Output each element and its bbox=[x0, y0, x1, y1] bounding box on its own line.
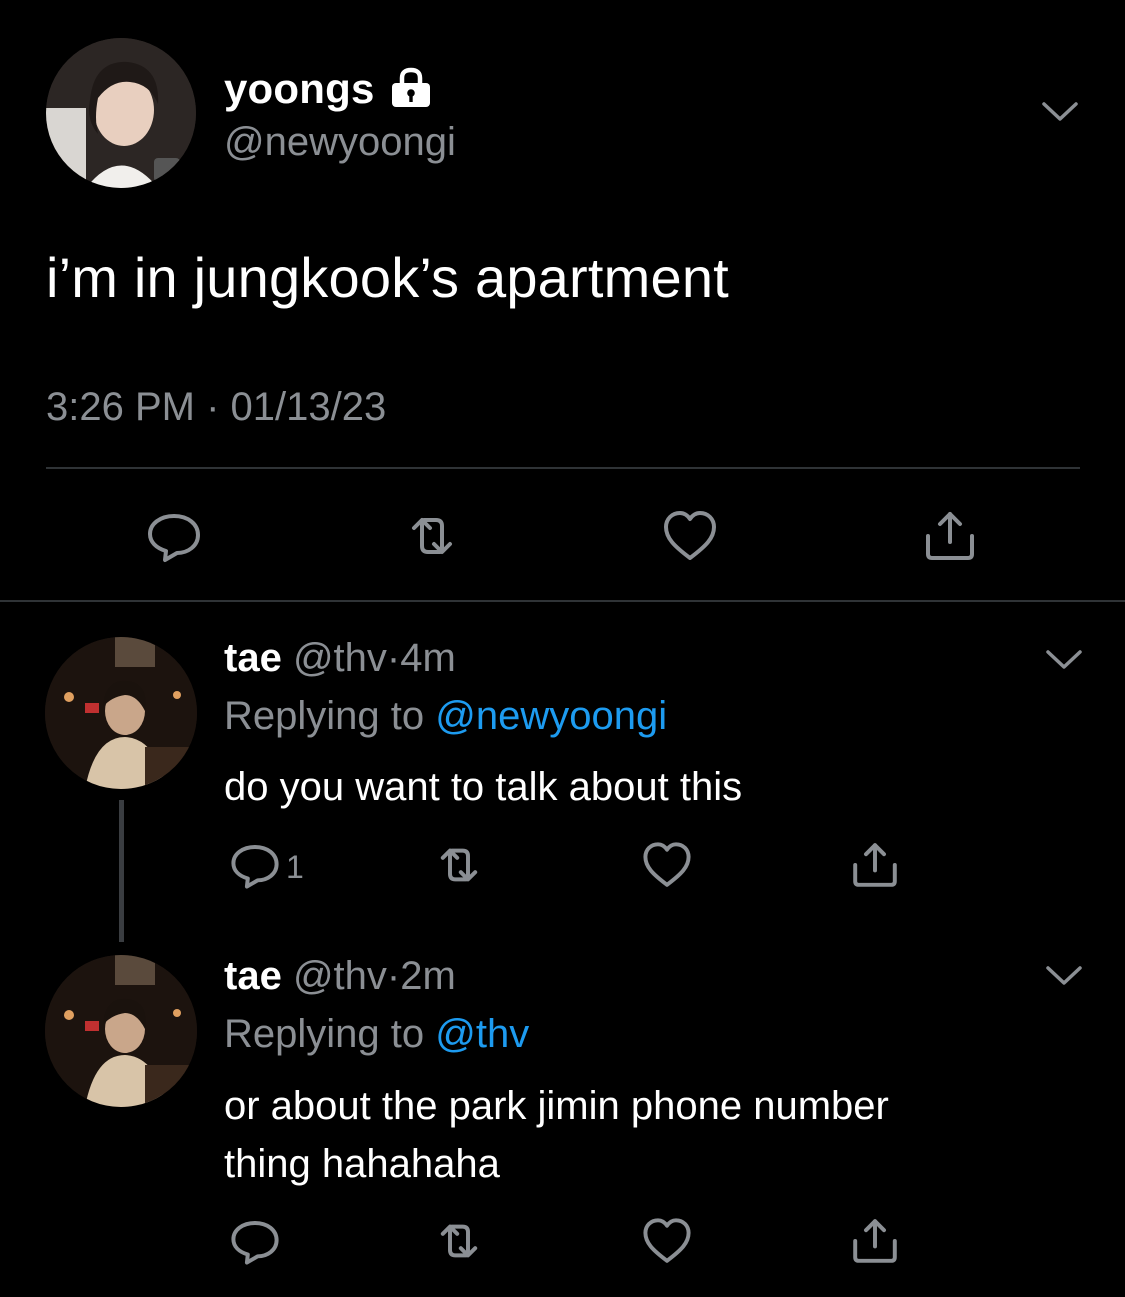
tweet-text: i’m in jungkook’s apartment bbox=[46, 246, 729, 309]
reply-icon[interactable] bbox=[228, 1214, 282, 1268]
chevron-down-icon[interactable] bbox=[1044, 648, 1084, 672]
tweet-text: or about the park jimin phone number thi… bbox=[224, 1077, 1084, 1193]
tweet-age: 2m bbox=[400, 954, 456, 998]
reply-icon[interactable] bbox=[144, 506, 204, 566]
avatar-photo bbox=[46, 38, 196, 188]
display-name[interactable]: tae bbox=[224, 954, 282, 998]
tweet-text-line: or about the park jimin phone number bbox=[224, 1084, 889, 1128]
handle[interactable]: @thv bbox=[293, 636, 387, 680]
chevron-down-icon[interactable] bbox=[1044, 964, 1084, 988]
avatar-photo bbox=[45, 955, 197, 1107]
tweet-date: 01/13/23 bbox=[230, 385, 387, 429]
replying-prefix: Replying to bbox=[224, 1012, 425, 1056]
share-icon[interactable] bbox=[848, 1214, 902, 1268]
like-icon[interactable] bbox=[640, 1214, 694, 1268]
mention-link[interactable]: @thv bbox=[435, 1012, 529, 1056]
tweet-text: do you want to talk about this bbox=[224, 765, 743, 809]
tweet-age: 4m bbox=[400, 636, 456, 680]
handle[interactable]: @newyoongi bbox=[224, 118, 456, 166]
handle[interactable]: @thv bbox=[293, 954, 387, 998]
reply-header: tae @thv·2m bbox=[224, 952, 456, 1000]
reply-count: 1 bbox=[286, 849, 304, 885]
display-name[interactable]: tae bbox=[224, 636, 282, 680]
meta-separator: · bbox=[206, 385, 220, 429]
chevron-down-icon[interactable] bbox=[1040, 100, 1080, 124]
replying-prefix: Replying to bbox=[224, 694, 425, 738]
reply-header: tae @thv·4m bbox=[224, 634, 456, 682]
replying-to: Replying to @newyoongi bbox=[224, 692, 667, 740]
display-name[interactable]: yoongs bbox=[224, 64, 375, 114]
share-icon[interactable] bbox=[848, 838, 902, 892]
avatar-photo bbox=[45, 637, 197, 789]
retweet-icon[interactable] bbox=[432, 838, 486, 892]
avatar[interactable] bbox=[45, 637, 197, 789]
retweet-icon[interactable] bbox=[432, 1214, 486, 1268]
retweet-icon[interactable] bbox=[402, 506, 462, 566]
avatar[interactable] bbox=[46, 38, 196, 188]
divider bbox=[46, 467, 1080, 469]
tweet-text-line: thing hahahaha bbox=[224, 1142, 500, 1186]
avatar[interactable] bbox=[45, 955, 197, 1107]
thread-line bbox=[119, 800, 124, 942]
tweet-time: 3:26 PM bbox=[46, 385, 195, 429]
divider bbox=[0, 600, 1125, 602]
replying-to: Replying to @thv bbox=[224, 1010, 529, 1058]
meta-separator: · bbox=[386, 636, 401, 680]
tweet-timestamp: 3:26 PM · 01/13/23 bbox=[46, 383, 386, 431]
reply-icon[interactable] bbox=[228, 838, 282, 892]
meta-separator: · bbox=[386, 954, 401, 998]
mention-link[interactable]: @newyoongi bbox=[435, 694, 667, 738]
share-icon[interactable] bbox=[920, 506, 980, 566]
like-icon[interactable] bbox=[660, 506, 720, 566]
like-icon[interactable] bbox=[640, 838, 694, 892]
lock-icon bbox=[388, 66, 434, 108]
